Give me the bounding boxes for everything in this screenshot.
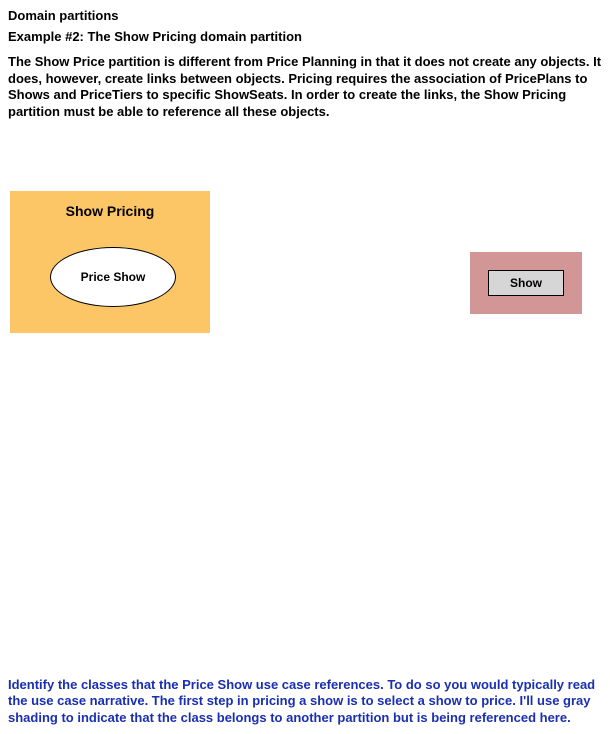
footer-note: Identify the classes that the Price Show… [8, 677, 602, 727]
partition-show-pricing: Show Pricing Price Show [10, 191, 210, 333]
usecase-label: Price Show [81, 270, 146, 284]
referenced-partition-panel: Show [470, 252, 582, 314]
class-label: Show [510, 276, 542, 290]
diagram-canvas: Show Pricing Price Show Show [8, 191, 602, 671]
page-title: Domain partitions [8, 8, 602, 23]
class-show: Show [488, 270, 564, 296]
intro-paragraph: The Show Price partition is different fr… [8, 54, 602, 121]
usecase-price-show: Price Show [50, 247, 176, 307]
example-subtitle: Example #2: The Show Pricing domain part… [8, 29, 602, 44]
partition-title: Show Pricing [10, 191, 210, 219]
